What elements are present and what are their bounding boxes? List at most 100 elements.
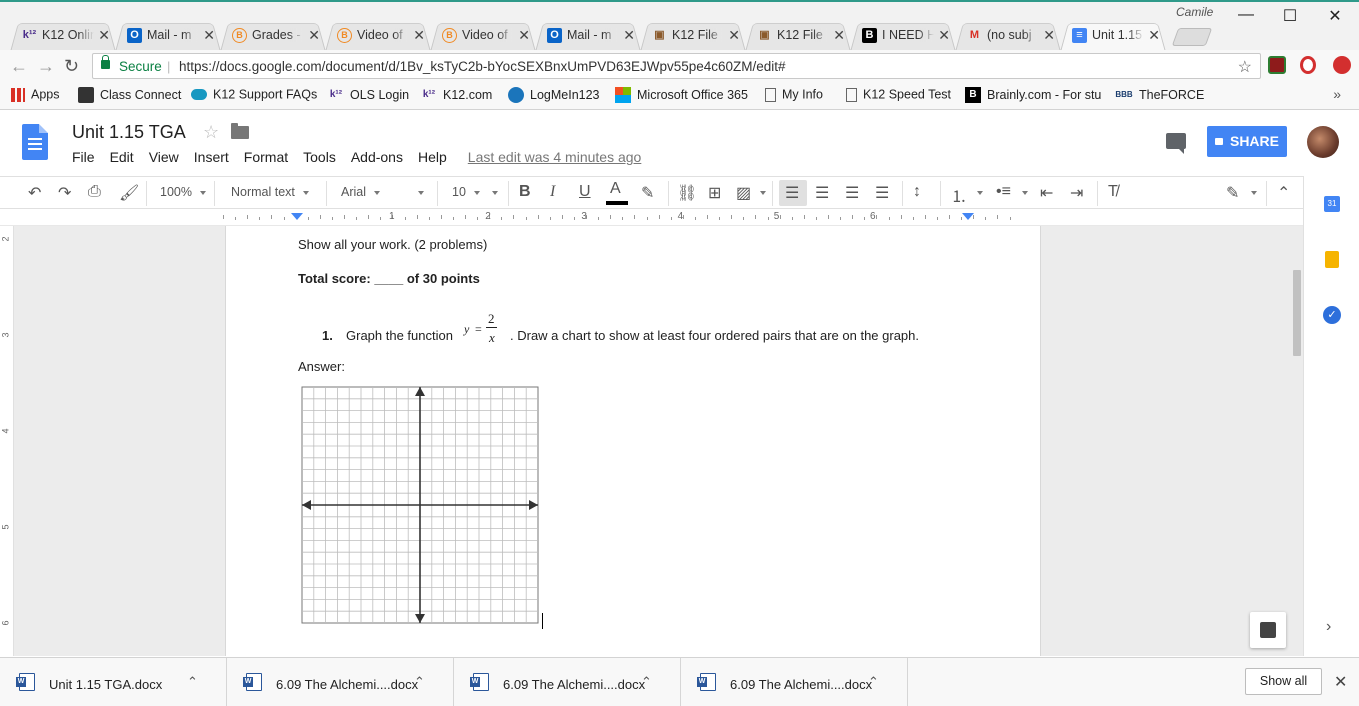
menu-edit[interactable]: Edit [110,149,134,165]
bookmark-item[interactable]: k¹² OLS Login [328,87,409,105]
close-shelf-icon[interactable]: ✕ [1334,672,1347,692]
close-tab-icon[interactable]: ✕ [203,27,215,44]
chevron-up-icon[interactable]: ⌃ [187,674,198,690]
close-tab-icon[interactable]: ✕ [1043,27,1055,44]
chevron-up-icon[interactable]: ⌃ [868,674,879,690]
print-icon[interactable]: ⎙ [88,183,101,201]
folder-icon[interactable] [231,123,249,139]
bulleted-list-icon[interactable]: •≡ [996,183,1011,201]
browser-tab[interactable]: O Mail - m ✕ [535,18,641,52]
back-icon[interactable]: ← [10,56,28,77]
ruler-track[interactable]: 1 2 3 4 5 6 [223,210,1043,224]
download-item[interactable]: Unit 1.15 TGA.docx ⌃ [0,658,227,706]
coordinate-grid-image[interactable] [300,385,540,625]
instructions-line[interactable]: Show all your work. (2 problems) [298,237,487,252]
link-icon[interactable]: ⛓︎ [677,183,697,203]
menu-help[interactable]: Help [418,149,447,165]
bookmark-item[interactable]: LogMeIn123 [508,87,600,105]
more-bookmarks-icon[interactable]: » [1333,86,1341,102]
bookmark-item[interactable]: k¹² K12.com [421,87,492,105]
chevron-down-icon[interactable] [1022,191,1028,195]
opera-icon[interactable] [1300,56,1316,74]
collapse-menu-icon[interactable]: ⌃ [1277,183,1290,203]
justify-icon[interactable]: ☰ [875,183,889,203]
increase-indent-icon[interactable]: ⇥ [1070,183,1083,203]
editing-mode-icon[interactable]: ✎ [1226,183,1239,203]
bookmark-item[interactable]: Class Connect [78,87,181,105]
bookmark-item[interactable]: K12 Speed Test [846,87,951,105]
document-title[interactable]: Unit 1.15 TGA [72,122,186,143]
expand-panel-icon[interactable]: › [1326,618,1331,636]
clear-formatting-icon[interactable]: T̸ [1108,183,1118,201]
text-color-button[interactable]: A [610,180,621,198]
browser-tab[interactable]: ≡ Unit 1.15 ✕ [1060,18,1166,52]
calendar-icon[interactable]: 31 [1324,196,1340,212]
zoom-select[interactable]: 100% [160,185,206,199]
align-left-icon[interactable]: ☰ [785,183,799,203]
chevron-down-icon[interactable] [418,191,424,195]
last-edit-link[interactable]: Last edit was 4 minutes ago [468,149,642,165]
bookmark-star-icon[interactable]: ☆ [1238,57,1252,77]
browser-tab[interactable]: k¹² K12 Online School ✕ [10,18,116,52]
redo-icon[interactable]: ↷ [58,183,71,203]
bookmark-item[interactable]: Microsoft Office 365 [615,87,748,105]
close-tab-icon[interactable]: ✕ [413,27,425,44]
menu-insert[interactable]: Insert [194,149,229,165]
align-right-icon[interactable]: ☰ [845,183,859,203]
bookmark-item[interactable]: K12 Support FAQs [191,87,317,105]
document-canvas[interactable]: 2 3 4 5 6 Show all your work. (2 problems) T… [0,226,1303,656]
bold-button[interactable]: B [519,183,531,201]
chevron-down-icon[interactable] [1251,191,1257,195]
font-select[interactable]: Arial [341,185,381,199]
answer-label[interactable]: Answer: [298,359,345,374]
bookmark-item[interactable]: My Info [765,87,823,105]
document-page[interactable]: Show all your work. (2 problems) Total s… [225,226,1041,656]
browser-tab[interactable]: B I NEED H ✕ [850,18,956,52]
bookmark-item[interactable]: BBB TheFORCE [1115,87,1204,105]
menu-addons[interactable]: Add-ons [351,149,403,165]
close-tab-icon[interactable]: ✕ [308,27,320,44]
chevron-up-icon[interactable]: ⌃ [414,674,425,690]
right-indent-marker[interactable] [962,213,974,220]
bookmark-item[interactable]: B Brainly.com - For stu [965,87,1101,105]
chevron-up-icon[interactable]: ⌃ [641,674,652,690]
bookmark-item[interactable]: Apps [11,87,60,105]
total-score-line[interactable]: Total score: ____ of 30 points [298,271,480,286]
menu-view[interactable]: View [149,149,179,165]
comments-icon[interactable] [1166,133,1186,154]
tasks-icon[interactable]: ✓ [1323,306,1341,324]
close-tab-icon[interactable]: ✕ [728,27,740,44]
underline-button[interactable]: U [579,183,591,201]
star-icon[interactable]: ☆ [203,122,219,143]
chevron-down-icon[interactable] [977,191,983,195]
upload-extension-icon[interactable] [1333,56,1351,74]
highlight-icon[interactable]: ✎ [641,183,654,203]
url-text[interactable]: https://docs.google.com/document/d/1Bv_k… [179,59,786,74]
style-select[interactable]: Normal text [231,185,309,199]
chevron-down-icon[interactable] [760,191,766,195]
share-button[interactable]: SHARE [1207,126,1287,157]
reload-icon[interactable]: ↻ [64,56,79,77]
show-all-button[interactable]: Show all [1245,668,1322,695]
numbered-list-icon[interactable]: ⒈ [951,183,967,207]
browser-tab[interactable]: M (no subj ✕ [955,18,1061,52]
menu-file[interactable]: File [72,149,95,165]
download-item[interactable]: 6.09 The Alchemi....docx⌃ [454,658,681,706]
browser-tab[interactable]: O Mail - m ✕ [115,18,221,52]
left-indent-marker[interactable] [291,213,303,220]
menu-format[interactable]: Format [244,149,288,165]
minimize-icon[interactable]: — [1223,6,1269,24]
close-tab-icon[interactable]: ✕ [623,27,635,44]
menu-tools[interactable]: Tools [303,149,336,165]
browser-tab[interactable]: B Grades - ✕ [220,18,326,52]
italic-button[interactable]: I [550,183,555,201]
browser-tab[interactable]: ▣ K12 File ✕ [745,18,851,52]
close-tab-icon[interactable]: ✕ [938,27,950,44]
forward-icon[interactable]: → [37,56,55,77]
new-tab-button[interactable] [1171,28,1213,46]
insert-image-icon[interactable]: ▨ [736,183,751,203]
insert-comment-icon[interactable]: ⊞ [708,183,721,203]
close-tab-icon[interactable]: ✕ [518,27,530,44]
browser-tab[interactable]: B Video of ✕ [325,18,431,52]
align-center-icon[interactable]: ☰ [815,183,829,203]
